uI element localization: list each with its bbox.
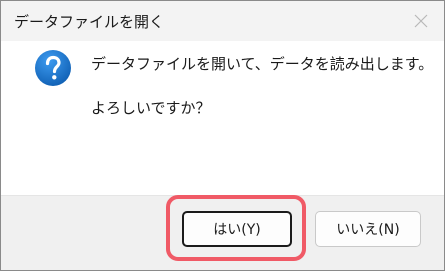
yes-button[interactable]: はい(Y) (182, 211, 292, 247)
title-bar[interactable]: データファイルを開く (1, 1, 444, 41)
dialog-title: データファイルを開く (14, 13, 165, 31)
question-icon (35, 50, 71, 86)
message-dialog: データファイルを開く データファイルを開いて、データを読み出します。 よろしいで… (0, 0, 445, 271)
confirmation-text: よろしいですか？ (91, 99, 211, 117)
message-text: データファイルを開いて、データを読み出します。 (91, 55, 434, 73)
no-button[interactable]: いいえ(N) (315, 211, 421, 247)
close-icon (414, 14, 428, 28)
close-button[interactable] (398, 1, 444, 41)
